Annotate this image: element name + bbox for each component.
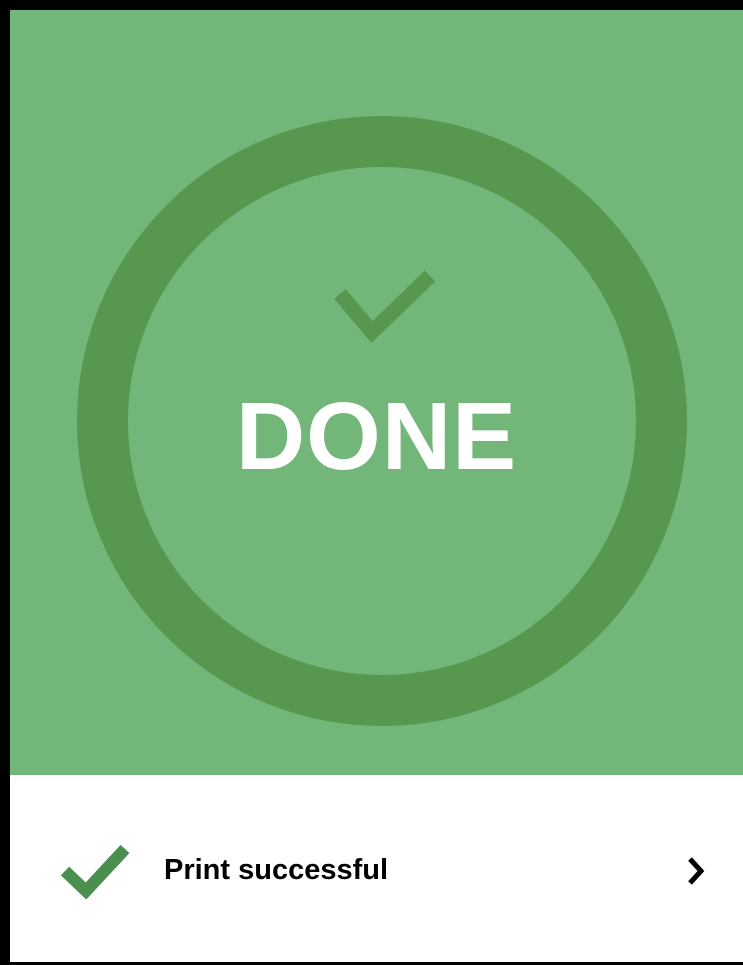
print-status-screen: DONE Print successful <box>0 0 743 965</box>
success-checkmark-icon <box>60 844 130 899</box>
checkmark-icon <box>334 270 436 343</box>
status-panel: DONE <box>10 10 743 775</box>
print-result-row[interactable]: Print successful <box>10 775 743 962</box>
print-result-label: Print successful <box>164 854 389 886</box>
chevron-right-icon[interactable] <box>686 856 706 886</box>
status-text: DONE <box>235 383 518 490</box>
